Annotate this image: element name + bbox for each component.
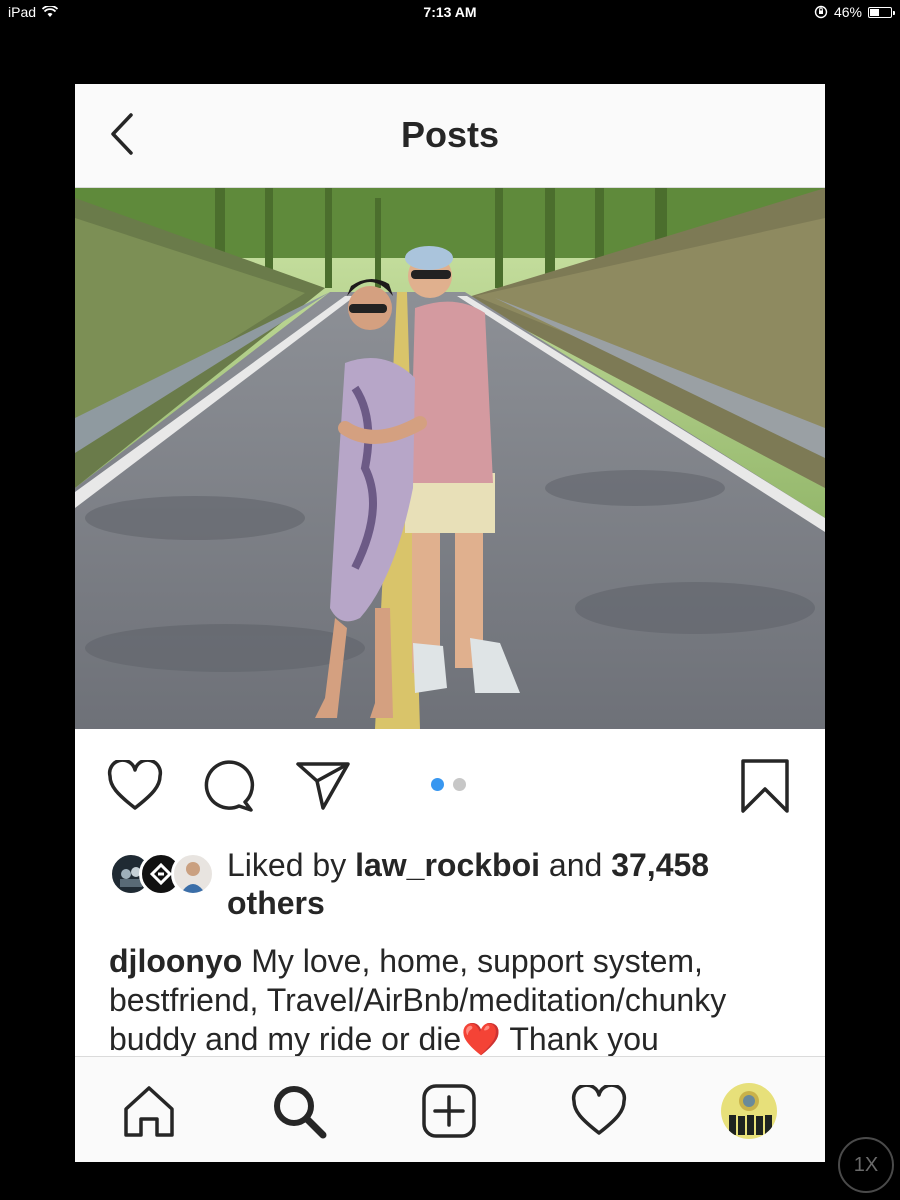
search-icon xyxy=(274,1086,327,1139)
red-heart-emoji: ❤️ xyxy=(461,1021,502,1057)
status-right: 46% xyxy=(814,4,895,20)
page-title: Posts xyxy=(400,114,500,155)
activity-heart-icon xyxy=(571,1085,627,1135)
liker-avatars[interactable] xyxy=(109,852,217,896)
likes-count[interactable]: 37,458 xyxy=(611,847,709,883)
home-icon xyxy=(124,1086,174,1137)
likes-prefix: Liked by xyxy=(227,847,347,883)
instagram-app: Posts Liked by law_rockboi and 37,458 ot… xyxy=(75,84,825,1162)
liker-avatar xyxy=(171,852,215,896)
nav-header: Posts xyxy=(75,84,825,188)
carousel-indicator xyxy=(431,778,466,791)
orientation-lock-icon xyxy=(814,5,828,19)
liker-username[interactable]: law_rockboi xyxy=(355,847,540,883)
zoom-badge[interactable]: 1X xyxy=(838,1137,894,1193)
likes-middle: and xyxy=(548,847,603,883)
save-button[interactable] xyxy=(735,756,795,816)
share-icon xyxy=(296,762,350,810)
bottom-tab-bar xyxy=(75,1056,825,1162)
battery-percent: 46% xyxy=(833,4,862,20)
share-button[interactable] xyxy=(293,756,353,816)
profile-avatar xyxy=(721,1083,777,1139)
caption-continued: Thank you xyxy=(509,1021,659,1057)
comment-icon xyxy=(204,760,255,812)
battery-icon xyxy=(868,6,895,18)
carousel-dot xyxy=(453,778,466,791)
tab-profile[interactable] xyxy=(717,1079,781,1143)
post-caption: djloonyo My love, home, support system, … xyxy=(109,942,799,1058)
tab-home[interactable] xyxy=(117,1079,181,1143)
carousel-dot-active xyxy=(431,778,444,791)
status-time: 7:13 AM xyxy=(423,4,477,20)
bookmark-icon xyxy=(741,759,789,813)
likes-summary: Liked by law_rockboi and 37,458 others xyxy=(109,846,799,926)
caption-username[interactable]: djloonyo xyxy=(109,943,242,979)
status-bar: iPad 7:13 AM 46% xyxy=(0,0,900,24)
tab-search[interactable] xyxy=(267,1079,331,1143)
tab-new-post[interactable] xyxy=(417,1079,481,1143)
like-button[interactable] xyxy=(105,756,165,816)
likes-suffix[interactable]: others xyxy=(227,885,325,921)
heart-icon xyxy=(107,760,163,810)
post-photo[interactable] xyxy=(75,188,825,729)
battery-fill xyxy=(870,8,879,16)
post-actions xyxy=(75,744,825,824)
add-post-icon xyxy=(422,1084,476,1138)
comment-button[interactable] xyxy=(199,756,259,816)
tab-activity[interactable] xyxy=(567,1079,631,1143)
likes-text: Liked by law_rockboi and 37,458 others xyxy=(227,846,787,922)
